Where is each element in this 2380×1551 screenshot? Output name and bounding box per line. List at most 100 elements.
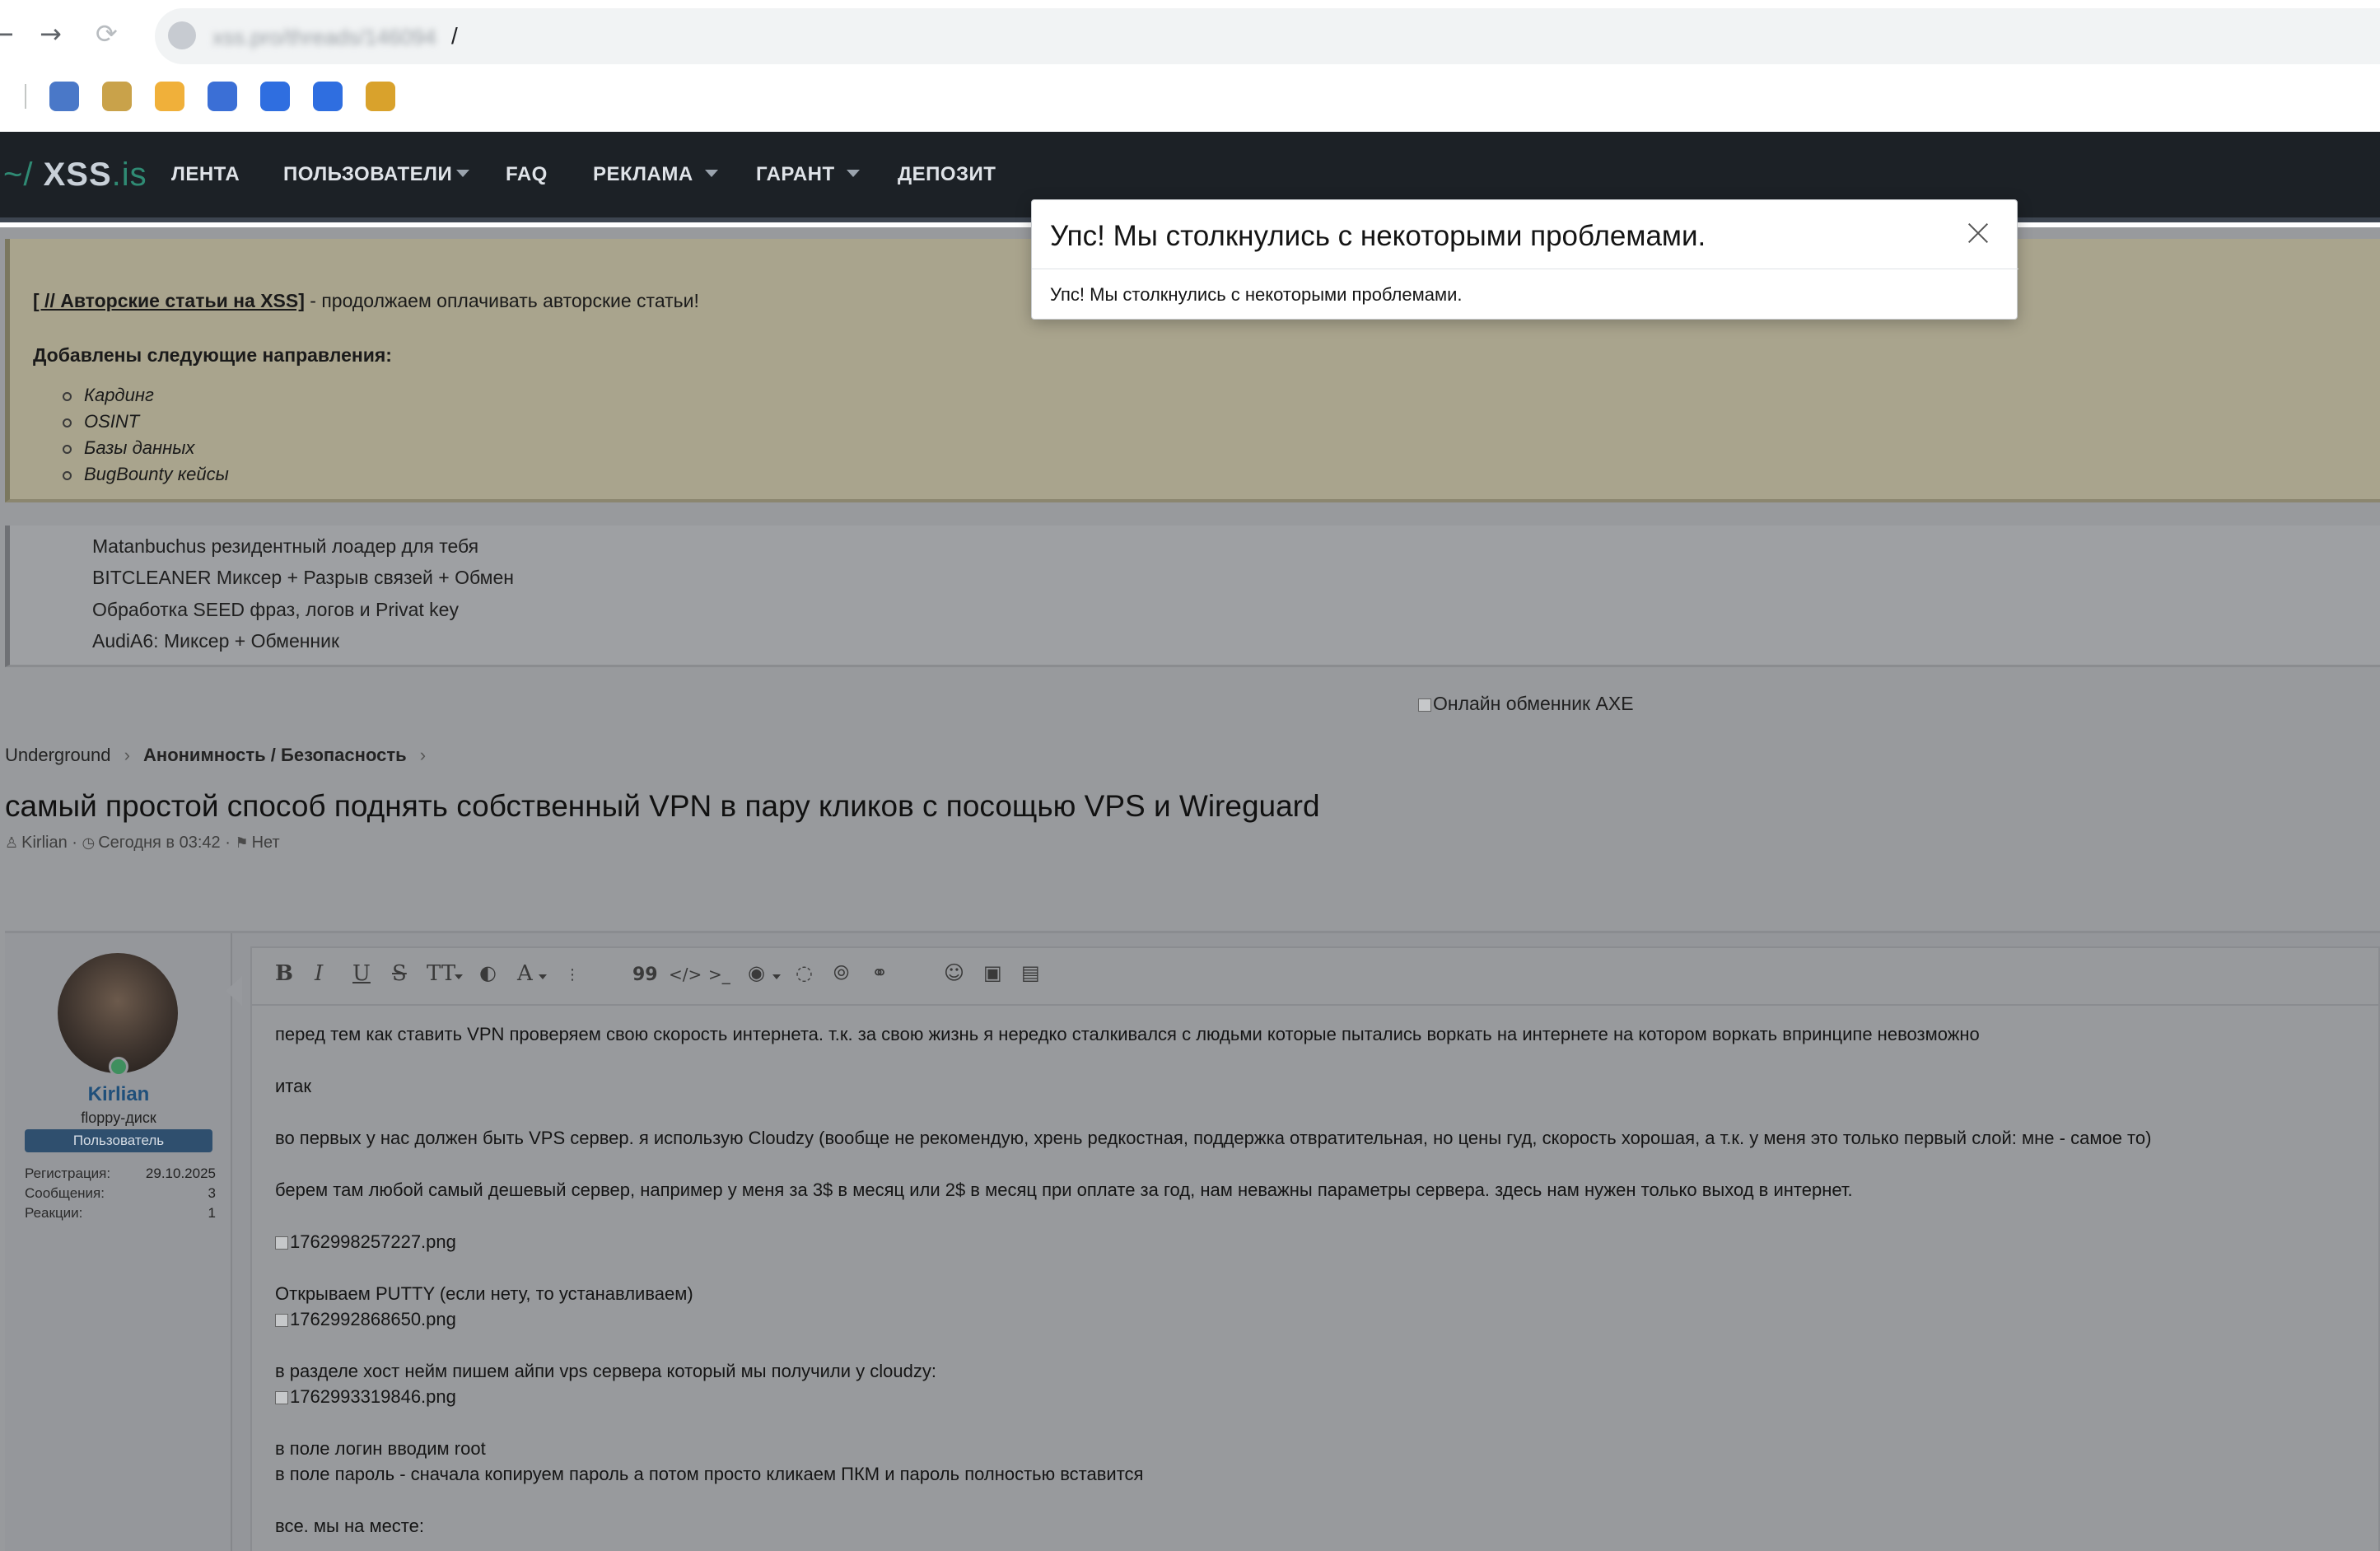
stat-label: Реакции:: [25, 1205, 83, 1221]
breadcrumb-anonymity[interactable]: Анонимность / Безопасность: [143, 745, 407, 765]
stat-value: 3: [208, 1185, 216, 1201]
post-image-placeholder[interactable]: 1762998257227.png: [275, 1231, 456, 1253]
user-icon: ♙: [5, 834, 19, 852]
bookmark-icon[interactable]: [49, 82, 79, 111]
font-dropdown-icon[interactable]: [539, 974, 547, 979]
broken-image-icon: [275, 1391, 288, 1404]
error-modal: Упс! Мы столкнулись с некоторыми проблем…: [1031, 199, 2018, 320]
image-filename: 1762998257227.png: [290, 1231, 456, 1252]
gallery-icon[interactable]: ▤: [1021, 961, 1040, 984]
modal-body: Упс! Мы столкнулись с некоторыми проблем…: [1050, 284, 1463, 305]
nav-ads-dropdown-icon[interactable]: [705, 170, 718, 177]
bookmark-icon[interactable]: [102, 82, 132, 111]
stat-value: 29.10.2025: [145, 1166, 216, 1181]
underline-button[interactable]: U: [352, 961, 371, 986]
quote-button[interactable]: 99: [632, 965, 658, 985]
font-button[interactable]: A: [517, 961, 533, 986]
nav-guarantor-dropdown-icon[interactable]: [847, 170, 860, 177]
link-icon[interactable]: ⚭: [871, 961, 888, 984]
fingerprint-icon[interactable]: ◉: [748, 961, 765, 984]
bookmarks-separator: [25, 84, 26, 109]
list-item: BugBounty кейсы: [59, 461, 229, 488]
address-bar[interactable]: xss.pro/threads/146094 /: [155, 8, 2380, 64]
post-paragraph: перед тем как ставить VPN проверяем свою…: [275, 1024, 1980, 1044]
text-size-dropdown-icon[interactable]: [455, 974, 463, 979]
browser-toolbar: ← → ⟳ xss.pro/threads/146094 /: [0, 0, 2380, 132]
bold-button[interactable]: B: [275, 961, 293, 986]
bookmark-icon[interactable]: [155, 82, 184, 111]
post-image-placeholder[interactable]: 1762993319846.png: [275, 1386, 456, 1408]
post-editor[interactable]: B I U S TT ◐ A ⋮ 99 </> >_ ◉ ◌ ⦾ ⚭ ☺ ▣ ▤…: [250, 946, 2380, 1551]
back-icon[interactable]: ←: [0, 18, 14, 49]
avatar[interactable]: [58, 953, 178, 1073]
list-item: Кардинг: [59, 382, 229, 409]
post-paragraph: Открываем PUTTY (если нету, то устанавли…: [275, 1283, 693, 1304]
color-palette-icon[interactable]: ◐: [479, 961, 497, 984]
bookmark-icon[interactable]: [313, 82, 343, 111]
post-paragraph: в поле пароль - сначала копируем пароль …: [275, 1464, 1144, 1484]
bookmark-icon[interactable]: [208, 82, 237, 111]
breadcrumb-separator-icon: ›: [419, 745, 427, 765]
breadcrumb: Underground › Анонимность / Безопасность…: [5, 745, 434, 766]
ad-link[interactable]: Обработка SEED фраз, логов и Privat key: [92, 599, 459, 621]
meta-separator: ·: [72, 834, 82, 852]
post-paragraph: итак: [275, 1076, 311, 1096]
breadcrumb-separator-icon: ›: [124, 745, 130, 765]
nav-users[interactable]: ПОЛЬЗОВАТЕЛИ: [283, 163, 452, 186]
text-size-button[interactable]: TT: [427, 961, 455, 986]
emoji-icon[interactable]: ☺: [944, 961, 964, 984]
broken-image-icon: [275, 1236, 288, 1250]
nav-feed[interactable]: ЛЕНТА: [171, 163, 240, 186]
nav-guarantor[interactable]: ГАРАНТ: [756, 163, 835, 186]
nav-deposit[interactable]: ДЕПОЗИТ: [898, 163, 996, 186]
modal-title: Упс! Мы столкнулись с некоторыми проблем…: [1050, 220, 1706, 252]
list-item: OSINT: [59, 409, 229, 435]
tag-icon: ⚑: [235, 834, 249, 852]
site-logo[interactable]: ~/ XSS.is: [3, 157, 147, 194]
logo-prefix: ~/: [3, 157, 34, 193]
notice-heading: Добавлены следующие направления:: [33, 344, 392, 366]
broken-image-icon: [275, 1314, 288, 1327]
notice-line: [ // Авторские статьи на XSS] - продолжа…: [33, 290, 699, 312]
ad-link[interactable]: Matanbuchus резидентный лоадер для тебя: [92, 535, 478, 558]
exchanger-alt-text: Онлайн обменник AXE: [1433, 693, 1634, 714]
reload-icon[interactable]: ⟳: [96, 18, 118, 49]
more-options-icon[interactable]: ⋮: [565, 966, 580, 983]
nav-users-dropdown-icon[interactable]: [456, 170, 469, 177]
nav-ads[interactable]: РЕКЛАМА: [593, 163, 693, 186]
italic-button[interactable]: I: [315, 961, 323, 986]
bookmark-icon[interactable]: [366, 82, 395, 111]
forward-icon[interactable]: →: [40, 18, 62, 49]
ad-link[interactable]: AudiA6: Миксер + Обменник: [92, 630, 339, 652]
nav-faq[interactable]: FAQ: [506, 163, 548, 186]
code-button[interactable]: </>: [669, 965, 702, 984]
user-sidebar: Kirlian floppy-диск Пользователь Регистр…: [5, 933, 232, 1551]
online-status-icon: [109, 1057, 128, 1077]
stat-label: Сообщения:: [25, 1185, 105, 1201]
exchanger-banner[interactable]: Онлайн обменник AXE: [1418, 693, 1634, 715]
username[interactable]: Kirlian: [5, 1083, 232, 1106]
fingerprint-dropdown-icon[interactable]: [772, 974, 781, 979]
ads-block: Matanbuchus резидентный лоадер для тебя …: [5, 526, 2380, 667]
breadcrumb-underground[interactable]: Underground: [5, 745, 110, 765]
inline-code-button[interactable]: >_: [708, 965, 730, 984]
post-reply-area: Kirlian floppy-диск Пользователь Регистр…: [5, 931, 2380, 1551]
user-role-badge: Пользователь: [25, 1129, 212, 1152]
logo-main: XSS: [43, 157, 112, 193]
post-arrow: [226, 976, 242, 1006]
meta-separator: ·: [225, 834, 236, 852]
bookmark-icon[interactable]: [260, 82, 290, 111]
image-icon[interactable]: ▣: [983, 961, 1002, 984]
modal-header: Упс! Мы столкнулись с некоторыми проблем…: [1032, 200, 2018, 269]
hide-content-icon[interactable]: ◌: [796, 961, 813, 984]
thread-date[interactable]: Сегодня в 03:42: [98, 834, 220, 852]
post-paragraph: в поле логин вводим root: [275, 1438, 486, 1459]
author-articles-link[interactable]: [ // Авторские статьи на XSS]: [33, 290, 305, 311]
ad-link[interactable]: BITCLEANER Миксер + Разрыв связей + Обме…: [92, 567, 514, 589]
strikethrough-button[interactable]: S: [392, 961, 407, 986]
close-icon[interactable]: [1967, 222, 1989, 243]
spoiler-icon[interactable]: ⦾: [833, 961, 849, 984]
post-image-placeholder[interactable]: 1762992868650.png: [275, 1309, 456, 1330]
thread-author[interactable]: Kirlian: [21, 834, 68, 852]
site-info-icon[interactable]: [168, 21, 196, 49]
